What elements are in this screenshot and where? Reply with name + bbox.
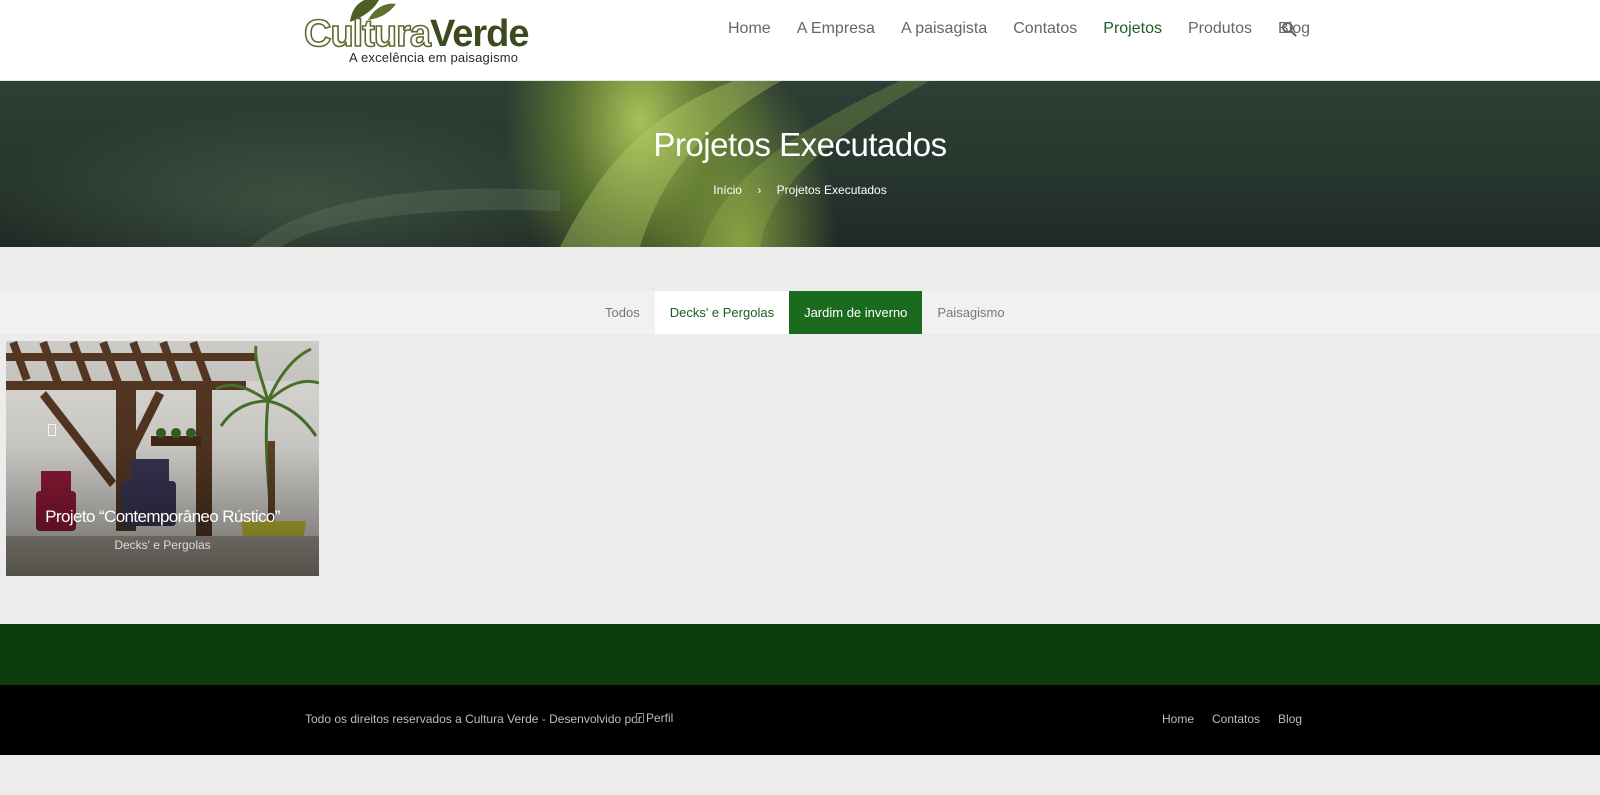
- footer-nav: Home Contatos Blog: [1162, 712, 1320, 726]
- main-nav: Home A Empresa A paisagista Contatos Pro…: [728, 18, 1336, 40]
- portfolio-item[interactable]: Projeto “Contemporâneo Rústico” Decks' e…: [6, 341, 319, 576]
- filter-jardim-de-inverno[interactable]: Jardim de inverno: [789, 291, 923, 334]
- logo-word-verde: Verde: [430, 13, 530, 55]
- footer-link-home[interactable]: Home: [1162, 712, 1194, 726]
- filter-paisagismo[interactable]: Paisagismo: [922, 291, 1019, 334]
- search-icon[interactable]: [1281, 21, 1297, 37]
- nav-a-empresa[interactable]: A Empresa: [797, 18, 875, 40]
- nav-home[interactable]: Home: [728, 18, 771, 40]
- link-icon[interactable]: [48, 424, 56, 436]
- copyright-text: Todo os direitos reservados a Cultura Ve…: [305, 712, 642, 726]
- logo-wordmark: CulturaVerde: [303, 13, 530, 55]
- breadcrumb-current: Projetos Executados: [776, 182, 887, 197]
- breadcrumb-home-link[interactable]: Início: [713, 183, 742, 197]
- developer-logo[interactable]: Perfil: [636, 711, 673, 725]
- portfolio-filter-bar: Todos Decks' e Pergolas Jardim de invern…: [0, 291, 1600, 334]
- footer-link-contatos[interactable]: Contatos: [1212, 712, 1260, 726]
- footer-widgets-area: [0, 624, 1600, 685]
- filter-todos[interactable]: Todos: [590, 291, 655, 334]
- filter-list: Todos Decks' e Pergolas Jardim de invern…: [590, 291, 1020, 334]
- chevron-right-icon: ›: [757, 182, 762, 197]
- nav-a-paisagista[interactable]: A paisagista: [901, 18, 987, 40]
- portfolio-item-category: Decks' e Pergolas: [114, 538, 211, 552]
- logo-tagline: A excelência em paisagismo: [349, 50, 519, 65]
- footer-bottom: Todo os direitos reservados a Cultura Ve…: [0, 685, 1600, 755]
- footer-link-blog[interactable]: Blog: [1278, 712, 1302, 726]
- portfolio-item-title[interactable]: Projeto “Contemporâneo Rústico”: [6, 507, 319, 527]
- nav-projetos[interactable]: Projetos: [1103, 18, 1162, 40]
- page-hero: Projetos Executados Início › Projetos Ex…: [0, 81, 1600, 247]
- nav-produtos[interactable]: Produtos: [1188, 18, 1252, 40]
- logo-word-cultura: Cultura: [303, 13, 432, 55]
- broken-image-icon: [636, 713, 644, 723]
- site-logo[interactable]: CulturaVerde A excelência em paisagismo: [303, 0, 536, 70]
- nav-contatos[interactable]: Contatos: [1013, 18, 1077, 40]
- developer-logo-alt: Perfil: [646, 711, 674, 725]
- hero-leaf-background: [250, 81, 930, 247]
- site-header: CulturaVerde A excelência em paisagismo …: [0, 0, 1600, 81]
- page-title: Projetos Executados: [653, 126, 947, 163]
- filter-decks-e-pergolas[interactable]: Decks' e Pergolas: [654, 291, 790, 334]
- breadcrumb: Início › Projetos Executados: [0, 182, 1600, 197]
